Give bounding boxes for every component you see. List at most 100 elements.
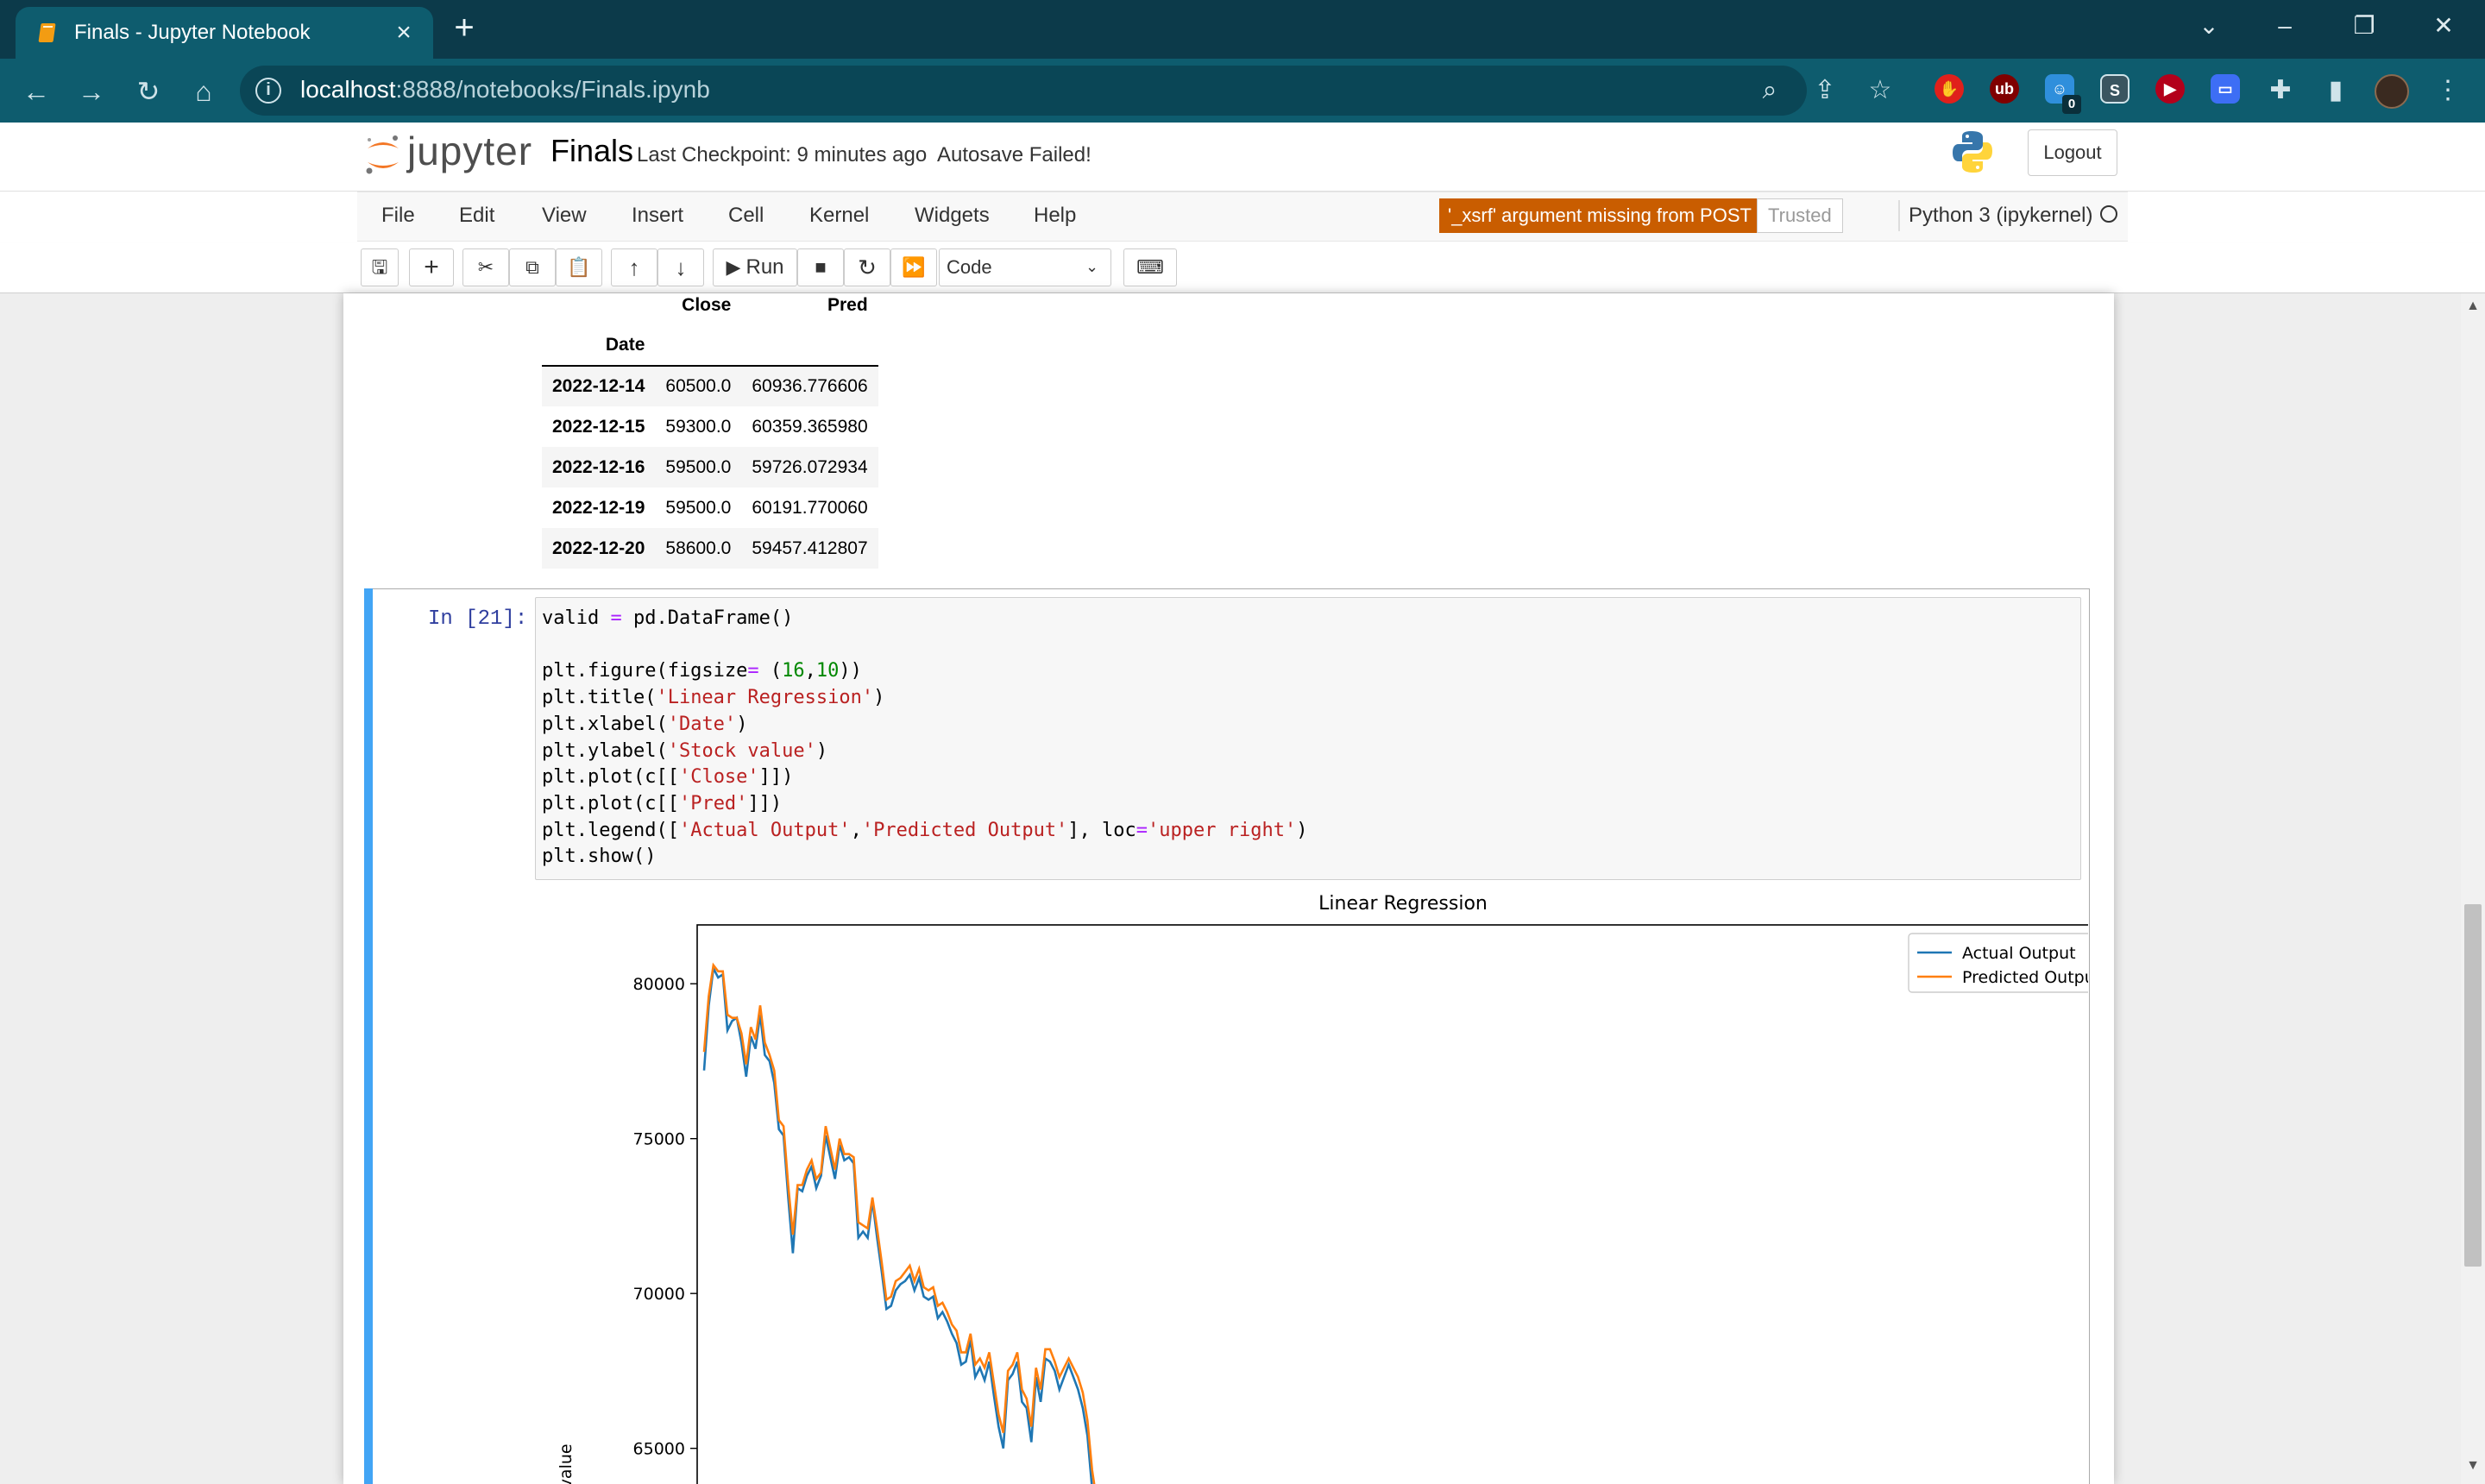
restart-button[interactable]: ↻ [844, 248, 890, 286]
fast-forward-icon: ⏩ [902, 256, 926, 278]
browser-tab[interactable]: Finals - Jupyter Notebook × [16, 7, 433, 59]
df-close: 59500.0 [665, 456, 732, 477]
close-window-icon[interactable]: ✕ [2423, 9, 2464, 43]
interrupt-button[interactable]: ■ [797, 248, 844, 286]
menu-insert[interactable]: Insert [632, 204, 683, 228]
site-info-icon[interactable]: i [255, 78, 281, 104]
df-close: 60500.0 [665, 376, 732, 396]
jupyter-logo-icon[interactable] [364, 133, 402, 176]
extension-count-badge: 0 [2062, 95, 2081, 114]
new-tab-icon[interactable]: + [447, 10, 481, 47]
extension-video-icon[interactable]: ▶ [2155, 74, 2185, 104]
run-button[interactable]: ▶ Run [713, 248, 797, 286]
selected-cell-indicator [364, 588, 373, 1484]
save-icon: 🖫 [371, 256, 388, 278]
move-down-button[interactable]: ↓ [657, 248, 704, 286]
command-palette-button[interactable]: ⌨ [1123, 248, 1177, 286]
legend-label: Predicted Output [1962, 968, 2088, 987]
df-pred: 60191.770060 [752, 497, 868, 518]
url-text[interactable]: localhost:8888/notebooks/Finals.ipynb [300, 76, 710, 104]
scissors-icon: ✂ [477, 256, 494, 278]
df-pred: 59457.412807 [752, 538, 868, 558]
menu-file[interactable]: File [381, 204, 415, 228]
close-tab-icon[interactable]: × [388, 17, 419, 48]
scrollbar-track[interactable] [2461, 293, 2485, 1484]
reload-icon[interactable]: ↻ [129, 72, 167, 110]
minimize-icon[interactable]: – [2264, 9, 2306, 43]
extension-screen-icon[interactable]: ▭ [2211, 74, 2240, 104]
cut-button[interactable]: ✂ [462, 248, 509, 286]
menu-edit[interactable]: Edit [459, 204, 494, 228]
menubar [357, 192, 2128, 242]
paste-icon: 📋 [567, 256, 591, 278]
df-date: 2022-12-14 [552, 376, 645, 396]
browser-menu-icon[interactable]: ⋮ [2432, 74, 2464, 107]
notebook-name[interactable]: Finals [550, 133, 633, 169]
table-row: 2022-12-16 59500.0 59726.072934 [542, 447, 878, 487]
scroll-down-icon[interactable]: ▼ [2464, 1458, 2482, 1475]
legend-label: Actual Output [1962, 944, 2076, 963]
extension-s-icon[interactable]: S [2100, 74, 2130, 104]
extension-ublock-icon[interactable]: ub [1990, 74, 2019, 104]
share-icon[interactable]: ⇪ [1809, 74, 1841, 107]
home-icon[interactable]: ⌂ [185, 72, 223, 110]
profile-avatar[interactable] [2375, 74, 2409, 109]
scrollbar-thumb[interactable] [2464, 904, 2482, 1267]
paste-button[interactable]: 📋 [556, 248, 602, 286]
save-button[interactable]: 🖫 [361, 248, 399, 286]
tab-search-chevron-icon[interactable]: ⌄ [2188, 9, 2230, 43]
df-pred: 60936.776606 [752, 376, 868, 396]
scroll-up-icon[interactable]: ▲ [2464, 299, 2482, 316]
df-col-pred: Pred [827, 294, 868, 315]
menu-cell[interactable]: Cell [728, 204, 764, 228]
xsrf-warning-badge[interactable]: '_xsrf' argument missing from POST [1439, 198, 1760, 233]
insert-cell-button[interactable]: + [409, 248, 454, 286]
df-pred: 59726.072934 [752, 456, 868, 477]
menu-help[interactable]: Help [1034, 204, 1076, 228]
table-row: 2022-12-15 59300.0 60359.365980 [542, 406, 878, 447]
df-close: 59300.0 [665, 416, 732, 437]
restart-icon: ↻ [858, 255, 877, 280]
checkpoint-status: Last Checkpoint: 9 minutes ago [637, 143, 928, 167]
extensions-puzzle-icon[interactable]: ✚ [2264, 74, 2297, 107]
y-tick-label: 70000 [633, 1285, 685, 1304]
autosave-status: Autosave Failed! [937, 143, 1092, 167]
df-date: 2022-12-19 [552, 497, 645, 518]
df-date: 2022-12-20 [552, 538, 645, 558]
table-row: 2022-12-19 59500.0 60191.770060 [542, 487, 878, 528]
arrow-down-icon: ↓ [675, 255, 687, 280]
forward-icon[interactable]: → [72, 72, 110, 110]
restart-run-all-button[interactable]: ⏩ [890, 248, 937, 286]
run-label: Run [746, 255, 784, 279]
jupyter-logo-text: jupyter [407, 129, 533, 173]
chart-title: Linear Regression [1318, 893, 1488, 915]
bookmark-star-icon[interactable]: ☆ [1864, 74, 1897, 107]
tab-title: Finals - Jupyter Notebook [74, 21, 311, 44]
side-panel-icon[interactable]: ▮ [2319, 74, 2352, 107]
y-tick-label: 65000 [633, 1440, 685, 1459]
play-icon: ▶ [726, 256, 741, 278]
move-up-button[interactable]: ↑ [611, 248, 657, 286]
extension-stop-icon[interactable]: ✋ [1935, 74, 1964, 104]
kernel-name: Python 3 (ipykernel) [1909, 204, 2093, 227]
zoom-icon[interactable]: ⌕ [1753, 74, 1786, 107]
plot-frame [696, 924, 2088, 1484]
df-close: 58600.0 [665, 538, 732, 558]
df-index-name: Date [542, 325, 656, 367]
df-col-close: Close [682, 294, 732, 315]
table-row: 2022-12-20 58600.0 59457.412807 [542, 528, 878, 569]
back-icon[interactable]: ← [17, 72, 55, 110]
keyboard-icon: ⌨ [1136, 256, 1164, 278]
trusted-indicator[interactable]: Trusted [1757, 198, 1843, 233]
menu-view[interactable]: View [542, 204, 587, 228]
restore-icon[interactable]: ❐ [2343, 9, 2385, 43]
plus-icon: + [424, 253, 439, 281]
table-row: 2022-12-14 60500.0 60936.776606 [542, 366, 878, 406]
menu-widgets[interactable]: Widgets [915, 204, 990, 228]
arrow-up-icon: ↑ [628, 255, 640, 280]
logout-button[interactable]: Logout [2028, 129, 2117, 176]
code-editor[interactable]: valid = pd.DataFrame() plt.figure(figsiz… [542, 606, 1307, 871]
menu-kernel[interactable]: Kernel [809, 204, 869, 228]
df-close: 59500.0 [665, 497, 732, 518]
copy-button[interactable]: ⧉ [509, 248, 556, 286]
